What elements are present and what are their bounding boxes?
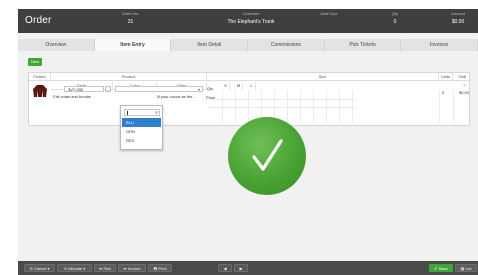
text-cursor [127,111,128,115]
tab-item-detail[interactable]: Item Detail [171,39,249,51]
product-header: Product [51,73,207,81]
qty-value: 0 [393,19,397,25]
total-header: Total [453,73,471,81]
grid-line [207,107,357,108]
tab-pick-tickets[interactable]: Pick Tickets [324,39,402,51]
tab-item-entry[interactable]: Item Entry [94,39,172,51]
invoice-button[interactable]: ➦ Invoice [118,264,146,272]
order-no-value: 31 [127,19,134,25]
order-window: Order Order No. 31 Customer The Elephant… [18,9,478,275]
dropdown-search-input[interactable]: ⚲ [124,109,160,116]
date-due-label: Date Due [320,11,338,16]
tab-overview[interactable]: Overview [18,39,95,51]
grid-line [207,99,357,100]
order-no-field: Order No. 31 [103,11,158,25]
color-select[interactable]: ▾ [115,86,203,92]
tab-bar: Overview Item Entry Item Detail Commissi… [18,39,478,51]
qty-label: Qty [391,11,399,16]
amount-field: Amount $0.00 [440,11,476,25]
dropdown-option-grn[interactable]: GRN [122,127,161,136]
date-due-field: Date Due [314,11,344,19]
grid-line [453,90,454,123]
size-l-header: L [248,82,256,90]
amount-value: $0.00 [451,19,465,25]
bottom-toolbar: ⊘ Cancel ▾ ⊙ Allocate ▾ ➦ Pick ➦ Invoice… [18,261,478,275]
units-header: Units [439,73,453,81]
list-button[interactable]: ▦ List [455,264,477,272]
customer-label: Customer [242,11,260,16]
pick-button[interactable]: ➦ Pick [94,264,116,272]
other-description: ill your cocoa as the... [157,94,196,99]
color-dropdown: ⚲ BLU GRN RED [120,105,163,150]
customer-value: The Elephant's Trunk [227,19,275,25]
row-total-value: $0.00 [459,90,470,95]
save-button[interactable]: ✔ Save [429,264,453,272]
order-header: Order Order No. 31 Customer The Elephant… [18,9,478,33]
tab-commissions[interactable]: Commissions [248,39,325,51]
success-overlay [228,117,306,195]
style-input[interactable]: 3V7-030 [64,86,104,92]
order-no-label: Order No. [121,11,140,16]
search-icon: ⚲ [155,110,158,115]
checkmark-icon [252,139,283,171]
new-button[interactable]: New [28,58,42,66]
row-price-label: Price [206,95,216,100]
grid-line [439,90,440,123]
row-units-value: 0 [442,90,445,95]
dropdown-option-red[interactable]: RED [122,136,161,145]
size-s-header: S [222,82,230,90]
page-title: Order [25,15,52,26]
product-thumbnail [33,85,47,97]
cancel-button[interactable]: ⊘ Cancel ▾ [24,264,55,272]
amount-label: Amount [451,11,465,16]
product-description: Fall coats and boodie [53,94,92,99]
remove-row-icon[interactable]: × [463,83,466,89]
previous-button[interactable]: ◀ [218,264,232,272]
chevron-down-icon: ▾ [197,87,200,92]
print-button[interactable]: 🖶 Print [148,264,172,272]
style-lookup-button[interactable]: ... [105,86,111,92]
size-m-header: M [235,82,243,90]
tab-invoices[interactable]: Invoices [401,39,478,51]
allocate-button[interactable]: ⊙ Allocate ▾ [57,264,92,272]
picture-header: Picture [29,73,51,81]
qty-field: Qty 0 [380,11,410,25]
dropdown-option-blu[interactable]: BLU [122,118,161,127]
customer-field: Customer The Elephant's Trunk [206,11,296,25]
size-header: Size [207,73,439,81]
next-button[interactable]: ▶ [234,264,248,272]
row-qty-label: Qty [207,86,214,91]
